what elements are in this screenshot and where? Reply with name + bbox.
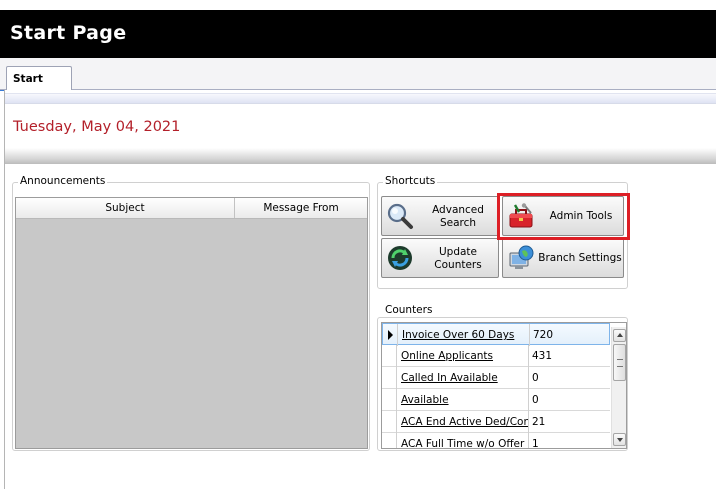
counter-name-link[interactable]: Called In Available bbox=[397, 367, 529, 389]
admin-tools-button[interactable]: Admin Tools bbox=[502, 196, 624, 236]
branch-settings-label: Branch Settings bbox=[538, 252, 622, 264]
counter-value: 1 bbox=[532, 438, 539, 449]
counter-row[interactable]: ACA End Active Ded/Con 21 bbox=[382, 411, 610, 433]
refresh-icon bbox=[388, 246, 412, 270]
counters-scrollbar[interactable] bbox=[611, 327, 626, 448]
column-message-from[interactable]: Message From bbox=[235, 198, 367, 218]
title-bar: Start Page bbox=[0, 10, 716, 58]
header-band bbox=[5, 93, 716, 103]
announcements-title: Announcements bbox=[18, 175, 108, 187]
admin-tools-label: Admin Tools bbox=[549, 210, 613, 222]
counter-value: 720 bbox=[533, 329, 554, 341]
counter-name-link[interactable]: Available bbox=[397, 389, 529, 411]
counter-value: 0 bbox=[532, 394, 539, 406]
separator-band bbox=[5, 148, 716, 164]
counter-row[interactable]: Invoice Over 60 Days 720 bbox=[382, 323, 610, 346]
counters-grid[interactable]: Invoice Over 60 Days 720 Online Applican… bbox=[381, 322, 627, 449]
announcements-header: Subject Message From bbox=[16, 198, 367, 219]
scroll-up-arrow-icon[interactable] bbox=[613, 329, 626, 342]
counter-row[interactable]: Available 0 bbox=[382, 389, 610, 411]
scroll-down-arrow-icon[interactable] bbox=[613, 433, 626, 446]
row-selector[interactable] bbox=[382, 433, 397, 448]
counters-title: Counters bbox=[383, 304, 435, 316]
page-title: Start Page bbox=[10, 22, 127, 44]
current-row-arrow-icon bbox=[388, 330, 393, 340]
scroll-thumb[interactable] bbox=[613, 344, 626, 381]
row-selector[interactable] bbox=[382, 345, 397, 367]
globe-computer-icon bbox=[509, 245, 534, 269]
row-selector[interactable] bbox=[382, 411, 397, 433]
tab-start-page[interactable]: Start Page bbox=[6, 66, 72, 109]
counter-name-link[interactable]: ACA Full Time w/o Offer bbox=[397, 433, 529, 448]
branch-settings-button[interactable]: Branch Settings bbox=[502, 238, 624, 278]
advanced-search-label: Advanced Search bbox=[432, 204, 484, 229]
counter-value: 0 bbox=[532, 372, 539, 384]
counter-row[interactable]: Online Applicants 431 bbox=[382, 345, 610, 367]
counter-value: 431 bbox=[532, 350, 553, 362]
magnifier-icon bbox=[387, 203, 413, 229]
counter-name-link[interactable]: Online Applicants bbox=[397, 345, 529, 367]
tab-strip bbox=[0, 58, 716, 90]
counter-value: 21 bbox=[532, 416, 546, 428]
row-selector[interactable] bbox=[383, 324, 398, 346]
update-counters-label: Update Counters bbox=[434, 246, 482, 271]
toolbox-icon bbox=[509, 203, 533, 228]
advanced-search-button[interactable]: Advanced Search bbox=[381, 196, 499, 236]
update-counters-button[interactable]: Update Counters bbox=[381, 238, 499, 278]
counter-row[interactable]: Called In Available 0 bbox=[382, 367, 610, 389]
top-strip bbox=[0, 0, 716, 10]
counter-name-link[interactable]: Invoice Over 60 Days bbox=[398, 324, 530, 346]
row-selector[interactable] bbox=[382, 367, 397, 389]
counter-name-link[interactable]: ACA End Active Ded/Con bbox=[397, 411, 529, 433]
row-selector[interactable] bbox=[382, 389, 397, 411]
counter-row[interactable]: ACA Full Time w/o Offer 1 bbox=[382, 433, 610, 449]
announcements-grid[interactable]: Subject Message From bbox=[15, 197, 368, 449]
shortcuts-title: Shortcuts bbox=[383, 175, 438, 187]
column-subject[interactable]: Subject bbox=[16, 198, 235, 218]
current-date: Tuesday, May 04, 2021 bbox=[13, 119, 181, 135]
